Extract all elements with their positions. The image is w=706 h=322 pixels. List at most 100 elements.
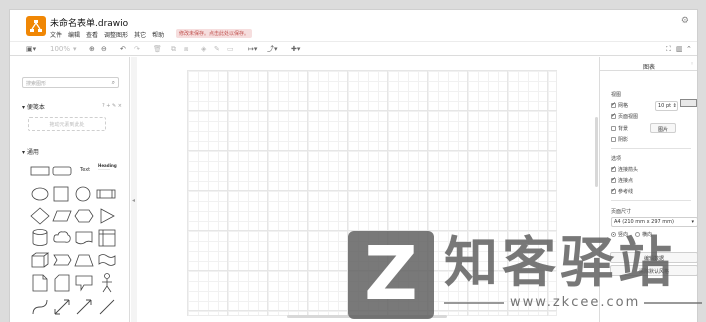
actor-shape[interactable] [99,272,115,294]
delete-icon[interactable]: 🗑 [153,45,162,53]
horizontal-scrollbar[interactable] [287,315,447,318]
background-checkbox[interactable] [611,126,616,131]
toolbar: ▣▾ 100% ▾ ⊕ ⊖ ↶ ↷ 🗑 ⧉ ⧈ ◈ ✎ ▭ ↦▾ ⤴▾ ✚▾ ⛶… [10,41,697,56]
fullscreen-icon[interactable]: ⛶ [666,45,671,53]
hexagon-shape[interactable] [74,207,94,225]
connection-arrows-option[interactable]: 连接箭头 [611,165,639,173]
page-view-toggle-icon[interactable]: ▣▾ [26,45,36,53]
menu-file[interactable]: 文件 [50,30,62,39]
document-title[interactable]: 未命名表单.drawio [50,16,128,29]
shadow-icon[interactable]: ▭ [227,45,234,53]
ellipse-shape[interactable] [30,186,50,202]
document-shape[interactable] [74,229,94,247]
line-shape[interactable] [97,297,117,317]
connection-arrows-label: 连接箭头 [618,167,639,173]
zoom-level[interactable]: 100% [50,45,70,53]
waypoints-icon[interactable]: ⤴▾ [267,45,278,53]
shadow-option[interactable]: 阴影 [611,136,628,143]
parallelogram-shape[interactable] [52,207,72,225]
callout-shape[interactable] [74,273,94,293]
curve-connector-shape[interactable] [30,297,50,317]
connection-points-checkbox[interactable] [611,176,616,183]
arrow-shape[interactable] [74,297,94,317]
grid-checkbox[interactable] [611,101,616,108]
paper-size-select[interactable]: A4 (210 mm x 297 mm) ▾ [611,217,697,227]
page-view-checkbox[interactable] [611,112,616,119]
orientation-options: 竖向 横向 [611,231,652,238]
landscape-radio[interactable] [635,232,641,237]
grid-label: 网格 [618,103,629,109]
unsaved-changes-notice[interactable]: 修改未保存。点击此处以保存。 [176,29,253,38]
background-image-button[interactable]: 图片 [650,123,676,133]
note-shape[interactable] [30,273,50,293]
clear-default-style-button[interactable]: 清除默认风格 [610,265,697,276]
tape-shape[interactable] [97,251,117,269]
menu-view[interactable]: 查看 [86,30,98,39]
undo-icon[interactable]: ↶ [120,45,126,53]
menu-extras[interactable]: 其它 [134,30,146,39]
general-header[interactable]: ▾ 通用 [22,147,39,156]
text-shape[interactable]: Text [80,167,90,173]
collapse-sidebar-icon[interactable]: ◂ [132,197,135,204]
collapse-icon[interactable]: ⌃ [686,45,692,53]
fill-color-icon[interactable]: ◈ [201,45,206,53]
grid-option[interactable]: 网格 [611,101,629,109]
settings-gear-icon[interactable]: ⚙ [681,16,689,26]
shadow-label: 阴影 [618,137,629,143]
circle-shape[interactable] [74,185,92,203]
menu-arrange[interactable]: 调整图形 [104,30,128,39]
connection-style-icon[interactable]: ↦▾ [248,45,257,53]
zoom-out-icon[interactable]: ⊖ [101,45,107,53]
portrait-radio[interactable] [611,232,616,237]
rounded-rectangle-shape[interactable] [52,165,72,177]
paper-size-value: A4 (210 mm x 297 mm) [614,219,674,225]
search-icon[interactable]: ⌕ [112,79,115,87]
bidirectional-arrow-shape[interactable] [52,297,72,317]
grid-color-swatch[interactable] [680,99,697,107]
drawio-logo-icon [26,16,46,36]
scratchpad-drop-area[interactable]: 拖动元素到此处 [28,117,106,131]
insert-plus-icon[interactable]: ✚▾ [291,45,300,53]
vertical-scrollbar[interactable] [595,117,598,187]
square-shape[interactable] [52,185,70,203]
scratchpad-tools[interactable]: ? + ✎ × [102,103,122,109]
shape-search-input[interactable]: 搜索图形 ⌕ [22,77,119,88]
trapezoid-shape[interactable] [74,251,94,269]
card-shape[interactable] [52,273,72,293]
dropdown-arrow-icon: ▾ [691,219,694,225]
grid-size-input[interactable]: 10 pt ⇕ [655,101,678,111]
rectangle-shape[interactable] [30,165,50,177]
process-shape[interactable] [96,186,116,202]
diagram-tab[interactable]: 图表 ◦ [600,57,697,71]
to-front-icon[interactable]: ⧉ [171,45,176,53]
cloud-shape[interactable] [52,229,72,247]
connection-points-option[interactable]: 连接点 [611,176,633,184]
diagram-canvas[interactable] [137,57,599,322]
diamond-shape[interactable] [30,207,50,225]
shadow-checkbox[interactable] [611,137,616,142]
to-back-icon[interactable]: ⧈ [184,45,188,53]
line-color-icon[interactable]: ✎ [214,45,220,53]
page-view-option[interactable]: 页面视图 [611,112,638,120]
background-option[interactable]: 背景 [611,125,628,132]
connection-arrows-checkbox[interactable] [611,165,616,172]
redo-icon[interactable]: ↷ [134,45,140,53]
edit-data-button[interactable]: 编辑数据 [610,252,697,263]
cube-shape[interactable] [30,251,50,269]
step-shape[interactable] [52,251,72,269]
zoom-in-icon[interactable]: ⊕ [89,45,95,53]
cylinder-shape[interactable] [30,228,50,248]
guides-checkbox[interactable] [611,187,616,194]
guides-option[interactable]: 参考线 [611,187,633,195]
close-panel-icon[interactable]: ◦ [690,60,694,68]
zoom-dropdown-icon[interactable]: ▾ [73,45,77,53]
options-section-title: 选项 [611,156,622,162]
heading-shape[interactable]: Heading ――― [98,164,120,172]
menu-help[interactable]: 帮助 [152,30,164,39]
menu-bar: 文件 编辑 查看 调整图形 其它 帮助 [50,30,164,39]
triangle-shape[interactable] [98,207,116,225]
internal-storage-shape[interactable] [97,228,117,248]
menu-edit[interactable]: 编辑 [68,30,80,39]
scratchpad-header[interactable]: ▾ 便笺本 [22,102,45,111]
format-panel-icon[interactable]: ▥ [676,45,683,53]
